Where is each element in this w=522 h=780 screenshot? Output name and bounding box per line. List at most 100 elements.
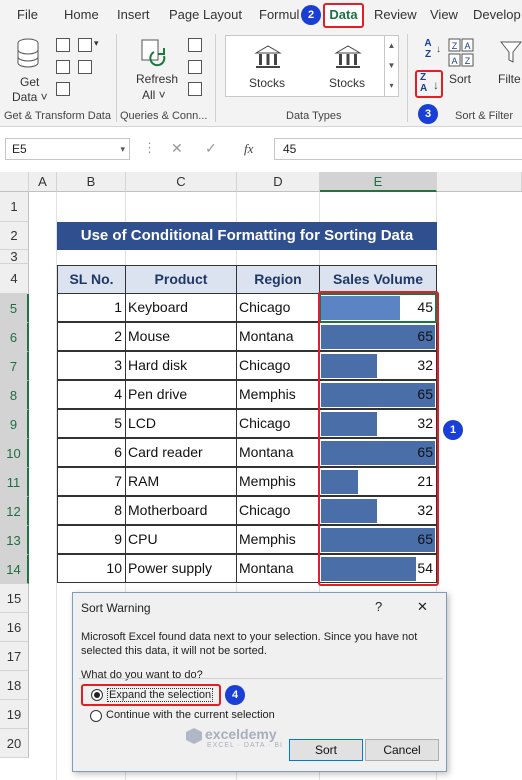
continue-current-radio[interactable] — [90, 710, 102, 722]
row-header[interactable]: 14 — [0, 555, 29, 584]
select-all-corner[interactable] — [0, 172, 29, 192]
row-header[interactable]: 5 — [0, 294, 29, 323]
column-header-f[interactable] — [437, 172, 522, 192]
cell-product[interactable]: LCD — [125, 409, 237, 438]
from-table-icon[interactable] — [56, 82, 70, 96]
expand-selection-label[interactable]: Expand the selection — [107, 688, 214, 702]
cell-region[interactable]: Chicago — [236, 351, 320, 380]
cell-product[interactable]: Mouse — [125, 322, 237, 351]
cell-product[interactable]: Power supply — [125, 554, 237, 583]
stocks-type-button-2[interactable]: Stocks — [320, 40, 376, 94]
gallery-scroll[interactable]: ▲ ▼ ▾ — [384, 36, 398, 96]
row-header[interactable]: 18 — [0, 671, 29, 700]
sort-button[interactable]: Z A A Z Sort — [446, 36, 476, 102]
header-product[interactable]: Product — [125, 265, 237, 294]
cell-region[interactable]: Chicago — [236, 496, 320, 525]
queries-icon[interactable] — [188, 38, 202, 52]
row-header[interactable]: 1 — [0, 192, 29, 222]
tab-home[interactable]: Home — [64, 7, 99, 22]
enter-check-icon[interactable]: ✓ — [205, 140, 217, 157]
row-header[interactable]: 20 — [0, 729, 29, 758]
cell-region[interactable]: Montana — [236, 438, 320, 467]
header-sales-volume[interactable]: Sales Volume — [319, 265, 437, 294]
cell-sl-no[interactable]: 8 — [57, 496, 126, 525]
header-region[interactable]: Region — [236, 265, 320, 294]
row-header[interactable]: 17 — [0, 642, 29, 671]
cell-product[interactable]: RAM — [125, 467, 237, 496]
row-header[interactable]: 15 — [0, 584, 29, 613]
chevron-down-icon[interactable]: ▾ — [120, 139, 125, 159]
row-header[interactable]: 2 — [0, 222, 29, 250]
cell-sl-no[interactable]: 5 — [57, 409, 126, 438]
row-header[interactable]: 7 — [0, 352, 29, 381]
cell-product[interactable]: Motherboard — [125, 496, 237, 525]
get-data-button[interactable]: Get Data ˅ — [6, 34, 50, 104]
tab-file[interactable]: File — [17, 7, 38, 22]
column-header-c[interactable]: C — [126, 172, 237, 192]
close-button[interactable]: ✕ — [417, 599, 428, 615]
sort-button[interactable]: Sort — [289, 739, 363, 761]
continue-current-label[interactable]: Continue with the current selection — [106, 709, 275, 721]
filter-button[interactable]: Filte — [494, 36, 522, 102]
row-header[interactable]: 13 — [0, 526, 29, 555]
column-header-b[interactable]: B — [57, 172, 126, 192]
expand-selection-radio[interactable] — [91, 689, 103, 701]
cell-sl-no[interactable]: 4 — [57, 380, 126, 409]
cell-sl-no[interactable]: 1 — [57, 293, 126, 322]
existing-connections-icon[interactable] — [78, 60, 92, 74]
cell-region[interactable]: Memphis — [236, 525, 320, 554]
from-text-icon[interactable] — [56, 38, 70, 52]
row-header[interactable]: 11 — [0, 468, 29, 497]
cell-product[interactable]: CPU — [125, 525, 237, 554]
tab-view[interactable]: View — [430, 7, 458, 22]
cancel-icon[interactable]: ✕ — [171, 140, 183, 157]
cancel-button[interactable]: Cancel — [365, 739, 439, 761]
cell-region[interactable]: Chicago — [236, 409, 320, 438]
column-header-a[interactable]: A — [29, 172, 57, 192]
cell-region[interactable]: Chicago — [236, 293, 320, 322]
cell-region[interactable]: Montana — [236, 322, 320, 351]
row-header[interactable]: 12 — [0, 497, 29, 526]
tab-insert[interactable]: Insert — [117, 7, 150, 22]
cell-sl-no[interactable]: 6 — [57, 438, 126, 467]
properties-icon[interactable] — [188, 60, 202, 74]
formula-input[interactable]: 45 — [274, 138, 522, 160]
cell-sl-no[interactable]: 7 — [57, 467, 126, 496]
cell-sl-no[interactable]: 10 — [57, 554, 126, 583]
cell-product[interactable]: Pen drive — [125, 380, 237, 409]
tab-review[interactable]: Review — [374, 7, 417, 22]
cell-region[interactable]: Memphis — [236, 380, 320, 409]
edit-links-icon[interactable] — [188, 82, 202, 96]
column-header-e[interactable]: E — [320, 172, 437, 192]
help-button[interactable]: ? — [375, 599, 382, 614]
cell-sl-no[interactable]: 2 — [57, 322, 126, 351]
row-header[interactable]: 10 — [0, 439, 29, 468]
tab-page-layout[interactable]: Page Layout — [169, 7, 242, 22]
cell-product[interactable]: Hard disk — [125, 351, 237, 380]
cell-sl-no[interactable]: 9 — [57, 525, 126, 554]
cell-product[interactable]: Card reader — [125, 438, 237, 467]
tab-formulas[interactable]: Formul — [259, 7, 299, 22]
cell-region[interactable]: Memphis — [236, 467, 320, 496]
refresh-all-button[interactable]: Refresh All ˅ — [128, 34, 178, 104]
cell-product[interactable]: Keyboard — [125, 293, 237, 322]
sort-ascending-button[interactable]: A Z ↓ — [415, 38, 441, 64]
recent-sources-icon[interactable] — [78, 38, 92, 52]
cell-region[interactable]: Montana — [236, 554, 320, 583]
sort-descending-button[interactable]: Z A ↓ — [415, 70, 443, 98]
row-header[interactable]: 9 — [0, 410, 29, 439]
insert-function-icon[interactable]: fx — [244, 141, 253, 157]
chevron-down-icon[interactable]: ▾ — [94, 38, 99, 49]
row-header[interactable]: 19 — [0, 700, 29, 729]
header-sl-no[interactable]: SL No. — [57, 265, 126, 294]
more-options-icon[interactable]: ⋮ — [143, 140, 156, 156]
cell-sl-no[interactable]: 3 — [57, 351, 126, 380]
row-header[interactable]: 6 — [0, 323, 29, 352]
expand-selection-option[interactable]: Expand the selection — [81, 684, 221, 706]
row-header[interactable]: 8 — [0, 381, 29, 410]
tab-data[interactable]: Data — [323, 3, 364, 28]
column-header-d[interactable]: D — [237, 172, 320, 192]
stocks-type-button[interactable]: Stocks — [240, 40, 296, 94]
row-header[interactable]: 16 — [0, 613, 29, 642]
row-header[interactable]: 4 — [0, 264, 29, 294]
